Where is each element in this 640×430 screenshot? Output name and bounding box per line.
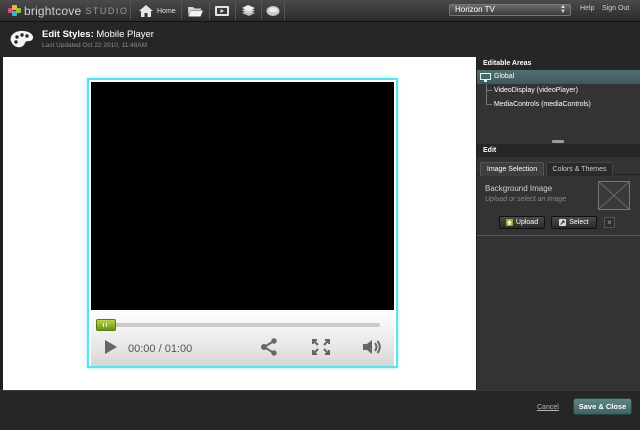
select-arrow-icon: [559, 219, 567, 226]
account-select[interactable]: Horizon TV ▲ ▼: [449, 4, 571, 16]
nav-separator: [181, 2, 182, 20]
footer-bar: Cancel Save & Close: [0, 390, 640, 430]
time-display: 00:00 / 01:00: [128, 343, 193, 355]
select-arrows-icon: ▲ ▼: [560, 4, 566, 15]
nav-media-button[interactable]: [187, 3, 204, 19]
background-image-hint: Upload or select an image: [485, 196, 567, 203]
nav-separator: [261, 2, 262, 20]
edit-tabs: Image Selection Colors & Themes: [477, 160, 640, 176]
tab-image-selection[interactable]: Image Selection: [480, 162, 544, 176]
panel-resize-handle[interactable]: [552, 140, 564, 143]
mobile-player-preview[interactable]: 00:00 / 01:00: [87, 78, 398, 368]
media-controls[interactable]: 00:00 / 01:00: [91, 310, 394, 366]
nav-separator: [235, 2, 236, 20]
folder-icon: [188, 7, 203, 17]
play-icon[interactable]: [103, 338, 119, 356]
select-button-label: Select: [569, 219, 589, 226]
background-image-label: Background Image: [485, 184, 553, 193]
tree-item-label: VideoDisplay (videoPlayer): [494, 87, 578, 94]
select-button[interactable]: Select: [551, 216, 597, 229]
brand-name: brightcove: [24, 4, 82, 18]
app-window: brightcove STUDIO Home Horizon TV ▲ ▼ He…: [0, 0, 640, 430]
edit-header: Edit: [477, 144, 640, 157]
home-icon: [139, 5, 153, 17]
video-display[interactable]: [91, 82, 394, 310]
upload-button[interactable]: Upload: [499, 216, 545, 229]
save-close-button[interactable]: Save & Close: [573, 398, 632, 415]
brightcove-logo[interactable]: brightcove STUDIO: [8, 4, 128, 18]
last-updated-text: Last Updated Oct 22 2010, 11:48AM: [42, 42, 148, 49]
fullscreen-icon[interactable]: [311, 338, 331, 356]
page-title-prefix: Edit Styles:: [42, 29, 94, 40]
volume-icon[interactable]: [361, 338, 383, 356]
nav-home-label: Home: [157, 7, 176, 15]
nav-separator: [284, 2, 285, 20]
layers-icon: [242, 5, 255, 16]
help-link[interactable]: Help: [580, 5, 594, 12]
player-preview-canvas: 00:00 / 01:00: [3, 57, 476, 390]
tree-item-media-controls[interactable]: MediaControls (mediaControls): [477, 98, 640, 112]
tab-colors-themes[interactable]: Colors & Themes: [546, 162, 613, 176]
top-navigation-bar: brightcove STUDIO Home Horizon TV ▲ ▼ He…: [0, 0, 640, 22]
nav-publishing-button[interactable]: [214, 3, 230, 19]
share-icon[interactable]: [259, 338, 279, 356]
brand-product: STUDIO: [85, 6, 129, 16]
sign-out-link[interactable]: Sign Out: [602, 5, 629, 12]
style-editor-panel: Editable Areas Global VideoDisplay (vide…: [477, 57, 640, 390]
progress-track[interactable]: [98, 323, 380, 327]
nav-home-button[interactable]: Home: [138, 3, 176, 19]
tree-item-global[interactable]: Global: [477, 70, 640, 84]
monitor-icon: [480, 73, 491, 82]
editable-areas-header: Editable Areas: [477, 57, 640, 70]
chat-bubble-icon: [266, 6, 280, 16]
upload-button-label: Upload: [515, 219, 539, 226]
scrubber-handle[interactable]: [96, 319, 116, 331]
page-title-name: Mobile Player: [96, 29, 154, 40]
panel-divider: [477, 235, 640, 236]
account-select-value: Horizon TV: [455, 5, 495, 14]
image-placeholder-thumbnail: [598, 181, 630, 210]
page-title: Edit Styles: Mobile Player: [42, 29, 154, 40]
nav-analytics-button[interactable]: [240, 3, 257, 19]
page-header: Edit Styles: Mobile Player Last Updated …: [0, 22, 640, 57]
tree-item-label: Global: [494, 73, 515, 80]
tree-item-video-display[interactable]: VideoDisplay (videoPlayer): [477, 84, 640, 98]
nav-social-button[interactable]: [265, 3, 281, 19]
upload-arrow-icon: [505, 219, 513, 226]
video-player-icon: [215, 6, 229, 16]
brightcove-logo-mark-icon: [8, 5, 21, 17]
remove-image-button[interactable]: ×: [604, 217, 615, 228]
close-icon: ×: [607, 218, 612, 227]
palette-icon: [10, 30, 34, 48]
grip-icon: [103, 323, 109, 327]
nav-separator: [130, 2, 131, 20]
tree-item-label: MediaControls (mediaControls): [494, 101, 591, 108]
cancel-link[interactable]: Cancel: [537, 404, 559, 411]
nav-separator: [209, 2, 210, 20]
